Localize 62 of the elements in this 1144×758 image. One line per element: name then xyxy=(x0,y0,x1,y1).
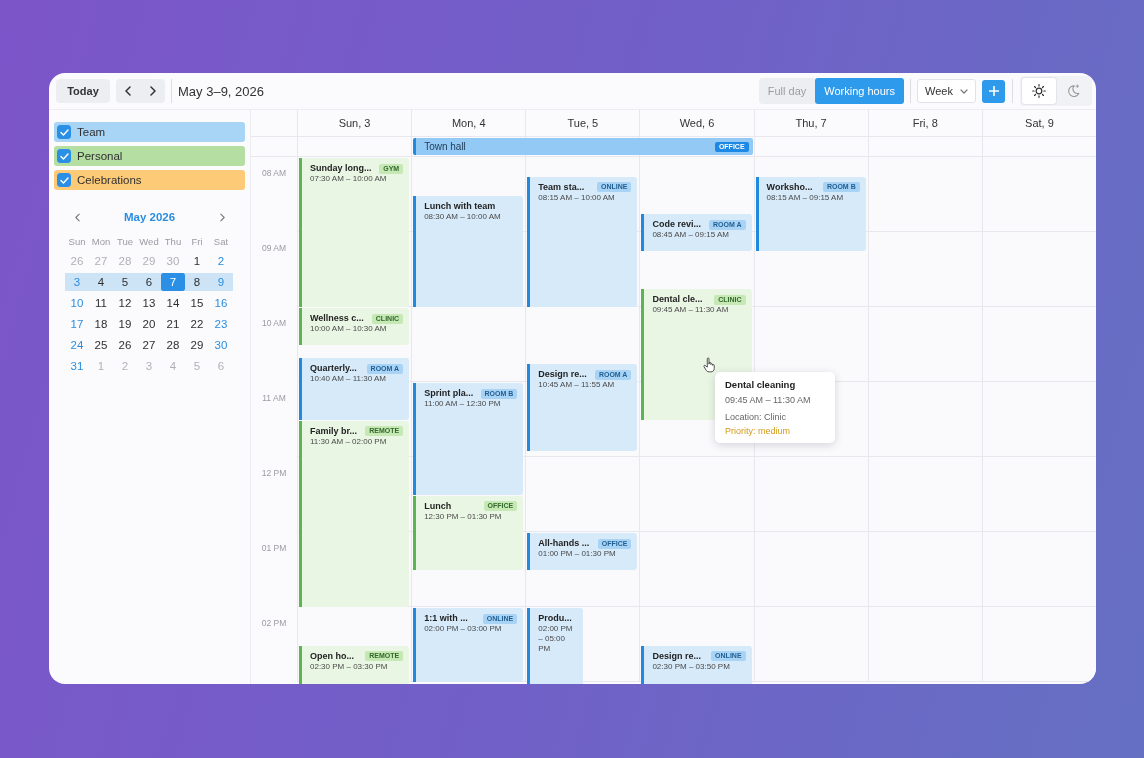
time-label: 08 AM xyxy=(261,168,287,178)
event-time: 01:00 PM – 01:30 PM xyxy=(538,549,617,559)
day-header: Mon, 4 xyxy=(411,110,526,136)
event-title: 1:1 with ... xyxy=(424,613,468,624)
weekday-label: Sun xyxy=(67,235,87,247)
event-title: Open ho... xyxy=(310,650,354,662)
event-title: Design re... xyxy=(652,650,701,662)
event-time: 10:45 AM – 11:55 AM xyxy=(538,380,616,391)
category-label: Team xyxy=(77,126,106,138)
event-time: 12:30 PM – 01:30 PM xyxy=(424,511,503,522)
weekday-label: Tue xyxy=(116,235,134,247)
event-time: 09:45 AM – 11:30 AM xyxy=(652,305,730,316)
event-time: 07:30 AM – 10:00 AM xyxy=(310,174,388,184)
event-time: 02:00 PM – 05:00 PM xyxy=(538,624,574,654)
event-title: Team sta... xyxy=(538,181,585,193)
event-time: 08:15 AM – 09:15 AM xyxy=(766,192,845,203)
weekday-label: Fri xyxy=(190,235,204,247)
event-title: Produ... xyxy=(538,613,572,624)
day-header: Sat, 9 xyxy=(981,110,1096,136)
category-label: Personal xyxy=(77,150,123,162)
category-label: Celebrations xyxy=(77,174,142,186)
event-title: Lunch with team xyxy=(424,200,496,212)
event-title: Quarterly... xyxy=(310,363,357,374)
weekday-label: Sat xyxy=(212,235,230,247)
event-title: All-hands ... xyxy=(538,538,590,549)
event-time: 10:00 AM – 10:30 AM xyxy=(310,324,388,334)
time-label: 10 AM xyxy=(261,318,287,328)
event-title: Dental cle... xyxy=(652,294,703,306)
day-header: Fri, 8 xyxy=(867,110,982,136)
event-title: Design re... xyxy=(538,369,587,381)
event-time: 08:15 AM – 10:00 AM xyxy=(538,192,616,203)
day-header: Thu, 7 xyxy=(753,110,868,136)
weekday-label: Thu xyxy=(163,235,183,247)
event-title: Lunch xyxy=(424,500,452,512)
event-time: 10:40 AM – 11:30 AM xyxy=(310,374,387,384)
event-title: Wellness c... xyxy=(310,313,364,324)
event-time: 08:45 AM – 09:15 AM xyxy=(652,230,730,241)
event-title: Worksho... xyxy=(766,181,813,193)
time-label: 02 PM xyxy=(261,618,287,628)
event-title: Code revi... xyxy=(652,219,701,231)
month-title: May 2026 xyxy=(122,211,177,223)
day-header: Tue, 5 xyxy=(525,110,640,136)
event-time: 02:00 PM – 03:00 PM xyxy=(424,624,503,634)
event-time: 11:00 AM – 12:30 PM xyxy=(424,399,502,409)
weekday-label: Mon xyxy=(90,235,112,247)
weekday-label: Wed xyxy=(138,235,160,247)
event-title: Sunday long... xyxy=(310,163,372,174)
time-label: 09 AM xyxy=(261,243,287,253)
time-label: 12 PM xyxy=(261,468,287,478)
event-time: 02:30 PM – 03:50 PM xyxy=(652,661,731,672)
day-header: Wed, 6 xyxy=(639,110,754,136)
event-title: Family br... xyxy=(310,425,358,437)
time-label: 01 PM xyxy=(261,543,287,553)
event-time: 11:30 AM – 02:00 PM xyxy=(310,436,388,447)
event-title: Town hall xyxy=(424,141,466,152)
event-title: Sprint pla... xyxy=(424,388,474,399)
event-time: 08:30 AM – 10:00 AM xyxy=(424,211,502,222)
time-label: 11 AM xyxy=(262,393,286,403)
date-range-title: May 3–9, 2026 xyxy=(178,83,264,99)
day-header: Sun, 3 xyxy=(297,110,412,136)
event-time: 02:30 PM – 03:30 PM xyxy=(310,661,389,672)
tooltip-priority: Priority: medium xyxy=(725,426,790,437)
